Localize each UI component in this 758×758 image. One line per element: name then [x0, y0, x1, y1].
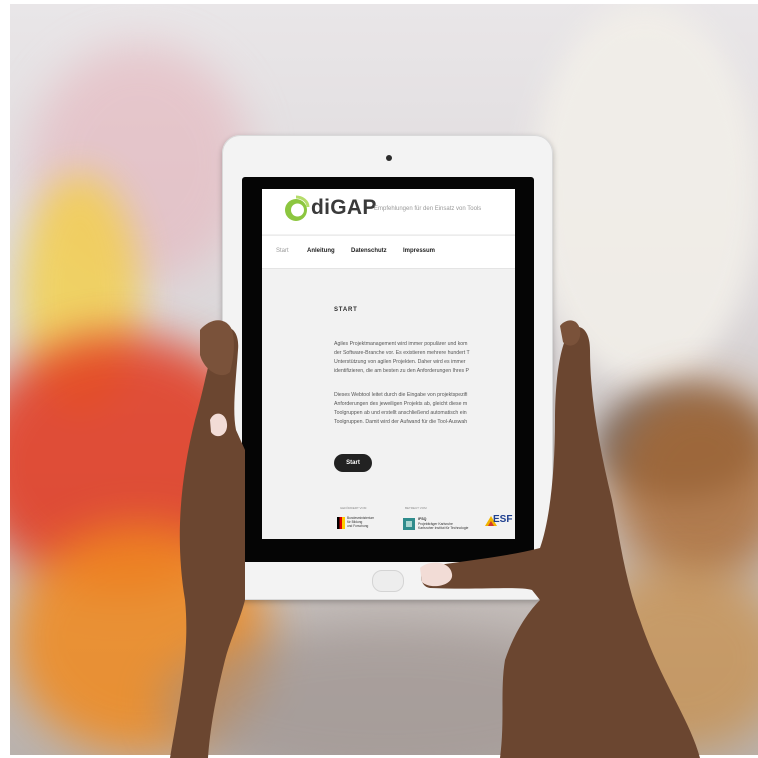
right-hand [421, 326, 700, 758]
left-thumbnail [210, 413, 228, 437]
left-thumb [200, 320, 234, 376]
right-thumbnail [420, 562, 453, 587]
left-hand [170, 327, 245, 758]
right-fingertip [560, 320, 581, 346]
hands-holding-tablet [170, 320, 700, 758]
